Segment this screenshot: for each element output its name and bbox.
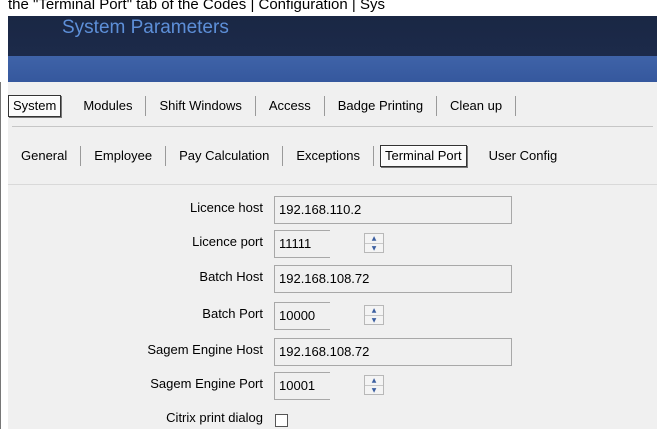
window-title: System Parameters (62, 17, 229, 38)
spinner-up-icon[interactable]: ▲ (365, 376, 383, 386)
tab-terminal-port[interactable]: Terminal Port (379, 145, 467, 167)
tab-exceptions[interactable]: Exceptions (283, 146, 374, 166)
sagem-engine-port-label: Sagem Engine Port (150, 376, 263, 391)
tab-shift-windows[interactable]: Shift Windows (146, 96, 256, 116)
licence-host-input[interactable]: 192.168.110.2 (274, 196, 512, 224)
batch-host-row: Batch Host 192.168.108.72 (8, 265, 648, 293)
tab-employee[interactable]: Employee (81, 146, 167, 166)
licence-port-label: Licence port (192, 234, 263, 249)
spinner-down-icon[interactable]: ▼ (365, 244, 383, 253)
citrix-print-dialog-row: Citrix print dialog (8, 406, 648, 434)
tab-modules[interactable]: Modules (70, 96, 147, 116)
spinner-up-icon[interactable]: ▲ (365, 306, 383, 316)
batch-port-label: Batch Port (202, 306, 263, 321)
licence-host-row: Licence host 192.168.110.2 (8, 196, 648, 224)
batch-port-row: Batch Port 10000 ▲ ▼ (8, 302, 648, 330)
sagem-engine-port-row: Sagem Engine Port 10001 ▲ ▼ (8, 372, 648, 400)
spinner-down-icon[interactable]: ▼ (365, 386, 383, 395)
citrix-print-dialog-checkbox[interactable] (275, 414, 288, 427)
sagem-engine-port-input[interactable]: 10001 (274, 372, 330, 400)
tab-system[interactable]: System (8, 95, 62, 117)
main-tab-bar: System Modules Shift Windows Access Badg… (8, 92, 517, 120)
settings-panel: System Modules Shift Windows Access Badg… (8, 82, 657, 429)
tab-general[interactable]: General (8, 146, 82, 166)
batch-port-spinner[interactable]: ▲ ▼ (364, 305, 384, 325)
caption-text: the "Terminal Port" tab of the Codes | C… (0, 0, 657, 16)
window-header: System Parameters (8, 16, 657, 98)
batch-host-label: Batch Host (199, 269, 263, 284)
spinner-down-icon[interactable]: ▼ (365, 316, 383, 325)
citrix-print-dialog-label: Citrix print dialog (166, 410, 263, 425)
content-divider (8, 184, 657, 185)
tab-clean-up[interactable]: Clean up (437, 96, 517, 116)
batch-port-input[interactable]: 10000 (274, 302, 330, 330)
licence-port-row: Licence port 11111 ▲ ▼ (8, 230, 648, 258)
tab-user-config[interactable]: User Config (476, 146, 571, 166)
sub-tab-bar: General Employee Pay Calculation Excepti… (8, 142, 570, 170)
spinner-up-icon[interactable]: ▲ (365, 234, 383, 244)
licence-host-label: Licence host (190, 200, 263, 215)
sagem-engine-port-spinner[interactable]: ▲ ▼ (364, 375, 384, 395)
tab-divider (12, 126, 653, 127)
tab-badge-printing[interactable]: Badge Printing (325, 96, 438, 116)
licence-port-input[interactable]: 11111 (274, 230, 330, 258)
tab-access[interactable]: Access (256, 96, 325, 116)
sagem-engine-host-input[interactable]: 192.168.108.72 (274, 338, 512, 366)
sagem-engine-host-row: Sagem Engine Host 192.168.108.72 (8, 338, 648, 366)
sagem-engine-host-label: Sagem Engine Host (147, 342, 263, 357)
batch-host-input[interactable]: 192.168.108.72 (274, 265, 512, 293)
window-left-border (0, 82, 1, 429)
tab-pay-calculation[interactable]: Pay Calculation (166, 146, 284, 166)
licence-port-spinner[interactable]: ▲ ▼ (364, 233, 384, 253)
